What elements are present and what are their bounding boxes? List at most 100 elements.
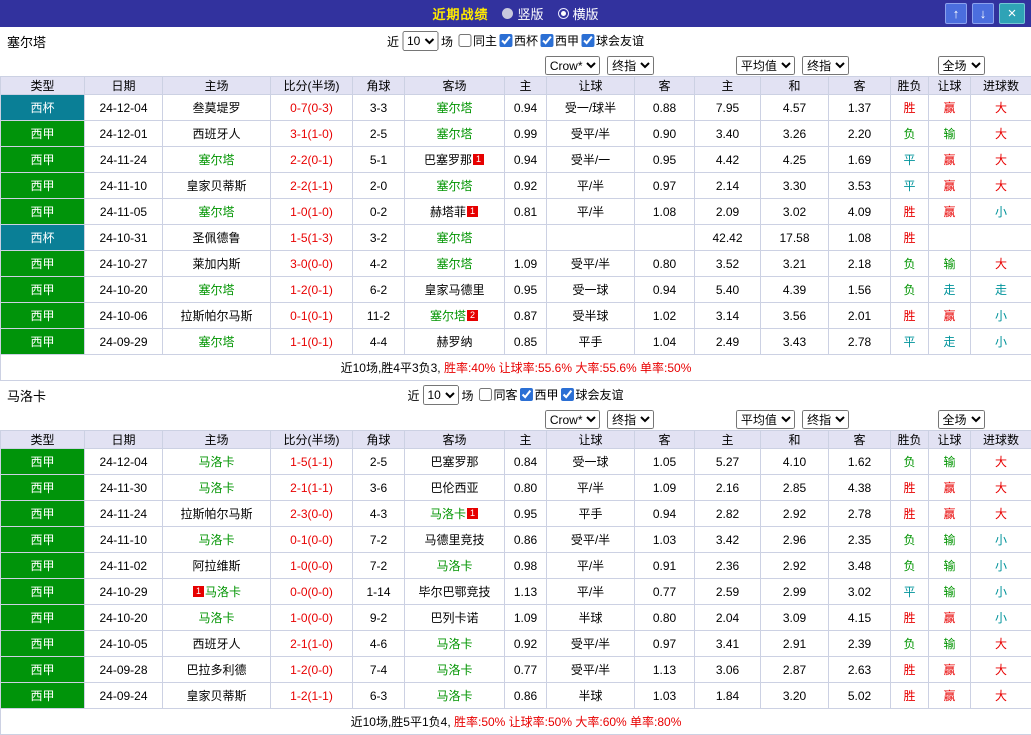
filter-checkbox-label: 西甲 bbox=[535, 386, 559, 403]
handicap-odds-home-cell: 0.86 bbox=[505, 683, 547, 709]
summary-record: 近10场,胜4平3负3, bbox=[341, 361, 444, 375]
team-name: 西班牙人 bbox=[192, 637, 240, 651]
final-odds-select-2[interactable]: 终指 bbox=[802, 410, 849, 429]
league-cell: 西甲 bbox=[1, 173, 85, 199]
result-cell: 负 bbox=[891, 121, 929, 147]
date-cell: 24-10-20 bbox=[85, 605, 163, 631]
filter-checkbox-input[interactable] bbox=[458, 34, 471, 47]
filter-checkbox[interactable]: 同客 bbox=[478, 386, 517, 403]
avg-odds-home-cell: 7.95 bbox=[695, 95, 761, 121]
summary-row: 近10场,胜4平3负3, 胜率:40% 让球率:55.6% 大率:55.6% 单… bbox=[1, 355, 1031, 381]
red-card-badge: 1 bbox=[467, 206, 478, 217]
recent-results-panel: 近期战绩 竖版 横版 ↑ ↓ × 塞尔塔 近 10 场 同主西杯西甲球会友谊 bbox=[0, 0, 1031, 735]
handicap-odds-selects: Crow* 终指 bbox=[505, 55, 695, 77]
avg-odds-away-cell: 2.78 bbox=[829, 501, 891, 527]
red-card-badge: 1 bbox=[467, 508, 478, 519]
scope-selects: 全场 bbox=[891, 55, 1031, 77]
final-odds-select[interactable]: 终指 bbox=[607, 56, 654, 75]
col-odds-away: 客 bbox=[635, 77, 695, 95]
result-cell: 负 bbox=[891, 449, 929, 475]
scroll-up-button[interactable]: ↑ bbox=[945, 3, 967, 24]
full-match-select[interactable]: 全场 bbox=[938, 56, 985, 75]
filter-checkbox[interactable]: 球会友谊 bbox=[561, 386, 624, 403]
matches-label: 场 bbox=[441, 33, 453, 50]
home-team-cell: 皇家贝蒂斯 bbox=[163, 683, 271, 709]
goals-cell: 大 bbox=[971, 173, 1031, 199]
filter-checkbox-input[interactable] bbox=[561, 388, 574, 401]
result-cell: 胜 bbox=[891, 683, 929, 709]
recent-count-select[interactable]: 10 bbox=[402, 31, 438, 51]
filter-checkbox[interactable]: 西甲 bbox=[520, 386, 559, 403]
avg-odds-draw-cell: 4.57 bbox=[761, 95, 829, 121]
date-cell: 24-10-20 bbox=[85, 277, 163, 303]
away-team-cell: 巴列卡诺 bbox=[405, 605, 505, 631]
filter-checkbox-label: 同主 bbox=[473, 32, 497, 49]
filter-checkbox-input[interactable] bbox=[499, 34, 512, 47]
col-odds-home: 主 bbox=[505, 431, 547, 449]
score-cell: 2-3(0-0) bbox=[271, 501, 353, 527]
league-cell: 西甲 bbox=[1, 527, 85, 553]
score-cell: 1-5(1-1) bbox=[271, 449, 353, 475]
team-name: 马洛卡 bbox=[436, 559, 472, 573]
avg-odds-away-cell: 1.69 bbox=[829, 147, 891, 173]
home-team-cell: 塞尔塔 bbox=[163, 277, 271, 303]
bookmaker-select[interactable]: Crow* bbox=[545, 410, 600, 429]
avg-odds-home-cell: 4.42 bbox=[695, 147, 761, 173]
avg-odds-draw-cell: 3.56 bbox=[761, 303, 829, 329]
avg-odds-away-cell: 1.37 bbox=[829, 95, 891, 121]
bookmaker-select[interactable]: Crow* bbox=[545, 56, 600, 75]
col-odds-away: 客 bbox=[635, 431, 695, 449]
scroll-down-button[interactable]: ↓ bbox=[972, 3, 994, 24]
final-odds-select-2[interactable]: 终指 bbox=[802, 56, 849, 75]
team-name: 马洛卡 bbox=[436, 637, 472, 651]
filter-checkbox-input[interactable] bbox=[540, 34, 553, 47]
home-team-cell: 叁莫堤罗 bbox=[163, 95, 271, 121]
avg-odds-away-cell: 3.02 bbox=[829, 579, 891, 605]
score-cell: 2-2(1-1) bbox=[271, 173, 353, 199]
col-result: 胜负 bbox=[891, 77, 929, 95]
handicap-odds-home-cell: 1.09 bbox=[505, 605, 547, 631]
away-team-cell: 塞尔塔 bbox=[405, 173, 505, 199]
full-match-select[interactable]: 全场 bbox=[938, 410, 985, 429]
layout-radio-horizontal[interactable]: 横版 bbox=[558, 4, 599, 23]
date-cell: 24-10-05 bbox=[85, 631, 163, 657]
filter-checkbox-input[interactable] bbox=[520, 388, 533, 401]
corner-cell: 4-2 bbox=[353, 251, 405, 277]
handicap-line-cell: 平手 bbox=[547, 329, 635, 355]
away-team-cell: 巴伦西亚 bbox=[405, 475, 505, 501]
recent-count-select[interactable]: 10 bbox=[422, 385, 458, 405]
league-cell: 西甲 bbox=[1, 605, 85, 631]
handicap-odds-away-cell: 0.94 bbox=[635, 501, 695, 527]
filter-checkbox-input[interactable] bbox=[478, 388, 491, 401]
filter-checkbox[interactable]: 西杯 bbox=[499, 32, 538, 49]
handicap-line-cell: 受平/半 bbox=[547, 527, 635, 553]
avg-odds-draw-cell: 3.21 bbox=[761, 251, 829, 277]
corner-cell: 3-3 bbox=[353, 95, 405, 121]
layout-radio-vertical[interactable]: 竖版 bbox=[502, 4, 543, 23]
average-select[interactable]: 平均值 bbox=[736, 410, 795, 429]
filter-checkbox-input[interactable] bbox=[581, 34, 594, 47]
league-cell: 西甲 bbox=[1, 329, 85, 355]
col-league: 类型 bbox=[1, 431, 85, 449]
handicap-odds-home-cell: 0.95 bbox=[505, 501, 547, 527]
home-team-cell: 马洛卡 bbox=[163, 605, 271, 631]
team-name: 马洛卡 bbox=[436, 689, 472, 703]
handicap-line-cell: 半球 bbox=[547, 605, 635, 631]
section-head: 塞尔塔 近 10 场 同主西杯西甲球会友谊 bbox=[0, 27, 1031, 55]
handicap-odds-home-cell: 1.09 bbox=[505, 251, 547, 277]
team-name: 巴塞罗那 bbox=[430, 455, 478, 469]
col-handicap-result: 让球 bbox=[929, 77, 971, 95]
average-select[interactable]: 平均值 bbox=[736, 56, 795, 75]
filter-checkbox[interactable]: 同主 bbox=[458, 32, 497, 49]
avg-odds-away-cell: 3.48 bbox=[829, 553, 891, 579]
filter-checkbox[interactable]: 球会友谊 bbox=[581, 32, 644, 49]
handicap-result-cell: 赢 bbox=[929, 657, 971, 683]
corner-cell: 4-6 bbox=[353, 631, 405, 657]
home-team-cell: 拉斯帕尔马斯 bbox=[163, 303, 271, 329]
filter-checkbox[interactable]: 西甲 bbox=[540, 32, 579, 49]
match-row: 西甲24-11-24拉斯帕尔马斯2-3(0-0)4-3马洛卡10.95平手0.9… bbox=[1, 501, 1031, 527]
avg-odds-draw-cell: 2.85 bbox=[761, 475, 829, 501]
final-odds-select[interactable]: 终指 bbox=[607, 410, 654, 429]
close-button[interactable]: × bbox=[999, 3, 1025, 24]
team-name: 塞尔塔 bbox=[436, 127, 472, 141]
